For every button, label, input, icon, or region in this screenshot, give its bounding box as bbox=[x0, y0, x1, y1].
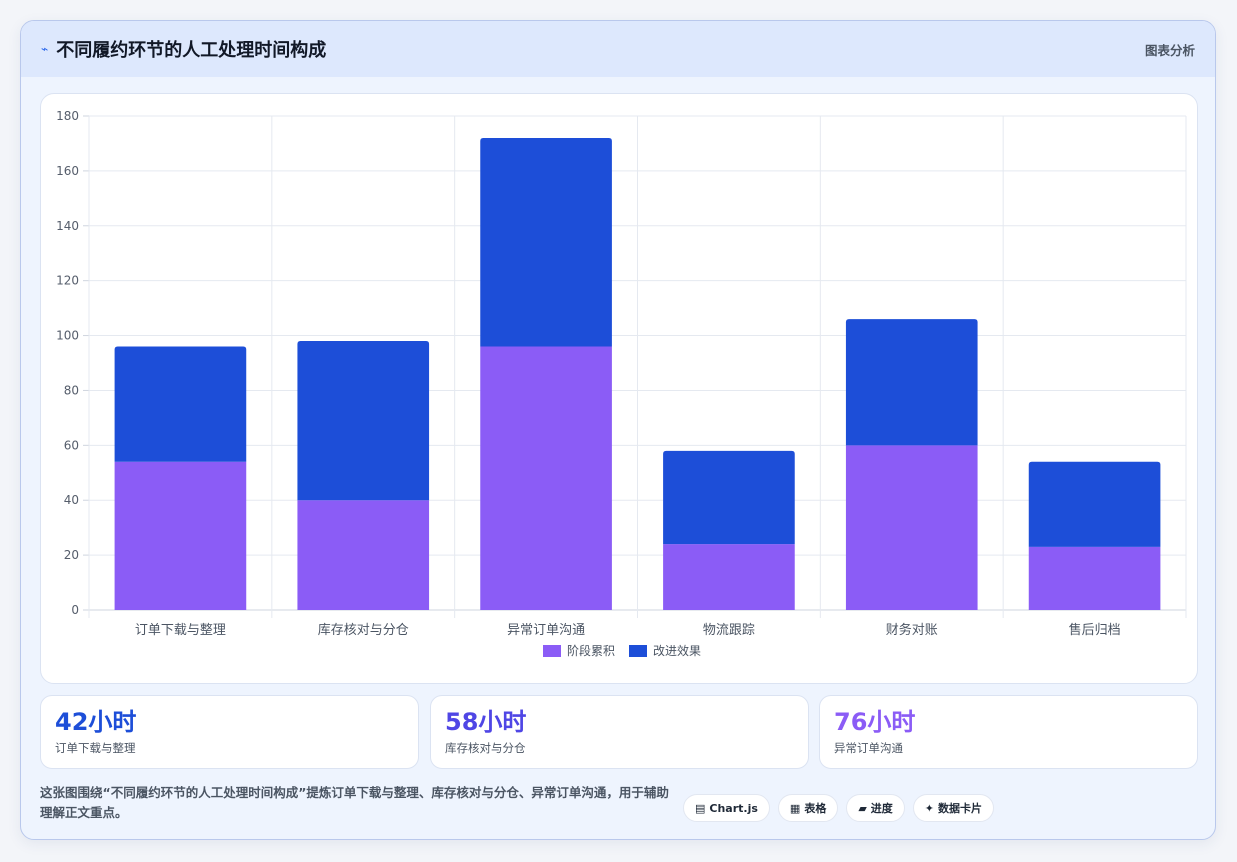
x-tick-label: 财务对账 bbox=[886, 622, 938, 638]
table-icon: ▦ bbox=[789, 801, 801, 815]
legend-swatch bbox=[629, 645, 647, 657]
bar-improve-4 bbox=[663, 450, 795, 545]
stat-label-2: 库存核对与分仓 bbox=[445, 741, 526, 755]
y-tick-label: 80 bbox=[64, 383, 79, 397]
chart-panel: 0 20 40 60 80 100 120 140 160 180 订单下载与整理 库存核对与分仓 异常… bbox=[40, 93, 1198, 684]
y-tick-label: 0 bbox=[71, 603, 79, 617]
legend-label: 阶段累积 bbox=[567, 643, 615, 658]
y-tick-label: 40 bbox=[64, 493, 79, 507]
stat-label-1: 订单下载与整理 bbox=[55, 741, 136, 755]
stat-card-3: 76小时 异常订单沟通 bbox=[819, 695, 1198, 769]
bar-stage-2 bbox=[297, 500, 430, 610]
stat-value-1: 42小时 bbox=[55, 708, 137, 736]
y-tick-label: 120 bbox=[56, 274, 79, 288]
y-tick-label: 160 bbox=[56, 164, 79, 178]
bar-improve-5 bbox=[845, 319, 978, 446]
bar-improve-2 bbox=[297, 341, 430, 501]
y-tick-label: 20 bbox=[64, 548, 79, 562]
chart-icon: ▤ bbox=[695, 801, 706, 815]
bar-improve-6 bbox=[1028, 461, 1161, 547]
bar-stage-3 bbox=[480, 346, 612, 610]
stat-value-2: 58小时 bbox=[445, 708, 527, 736]
chip-label: 表格 bbox=[804, 802, 827, 815]
progress-icon: ▰ bbox=[858, 801, 867, 815]
stacked-bar-chart: 0 20 40 60 80 100 120 140 160 180 订单下载与整理 库存核对与分仓 异常… bbox=[56, 109, 1187, 658]
bar-stage-6 bbox=[1028, 546, 1161, 610]
y-tick-label: 100 bbox=[56, 329, 79, 343]
chip-table[interactable]: ▦ 表格 bbox=[777, 794, 839, 822]
legend-label: 改进效果 bbox=[653, 643, 701, 658]
stat-card-2: 58小时 库存核对与分仓 bbox=[430, 695, 809, 769]
chart-description: 这张图围绕“不同履约环节的人工处理时间构成”提炼订单下载与整理、库存核对与分仓、… bbox=[40, 785, 669, 820]
x-tick-label: 售后归档 bbox=[1069, 622, 1121, 638]
bar-improve-1 bbox=[114, 346, 247, 462]
chip-label: Chart.js bbox=[709, 801, 758, 815]
card-header: ⌁ 不同履约环节的人工处理时间构成 图表分析 bbox=[21, 21, 1215, 77]
x-tick-label: 异常订单沟通 bbox=[507, 623, 585, 638]
stat-value-3: 76小时 bbox=[834, 708, 916, 736]
stat-card-1: 42小时 订单下载与整理 bbox=[40, 695, 419, 769]
chip-progress[interactable]: ▰ 进度 bbox=[846, 794, 905, 822]
bar-improve-3 bbox=[480, 137, 612, 347]
chip-data-card[interactable]: ✦ 数据卡片 bbox=[912, 794, 995, 822]
stat-label-3: 异常订单沟通 bbox=[834, 741, 903, 755]
stat-cards: 42小时 订单下载与整理 58小时 库存核对与分仓 76小时 异常订单沟通 bbox=[40, 695, 1198, 769]
y-tick-label: 180 bbox=[56, 109, 79, 123]
chip-label: 进度 bbox=[870, 802, 893, 815]
bar-stage-5 bbox=[845, 445, 978, 610]
x-tick-label: 订单下载与整理 bbox=[135, 623, 226, 638]
card-icon: ✦ bbox=[924, 801, 935, 815]
bar-stage-4 bbox=[663, 544, 795, 610]
chip-chartjs[interactable]: ▤ Chart.js bbox=[683, 794, 770, 822]
x-tick-label: 物流跟踪 bbox=[703, 623, 755, 638]
bar-stage-1 bbox=[114, 461, 247, 610]
legend-swatch bbox=[543, 645, 561, 657]
card-tag: 图表分析 bbox=[1144, 42, 1195, 58]
y-tick-label: 140 bbox=[56, 219, 79, 233]
feature-chips: ▤ Chart.js ▦ 表格 ▰ 进度 ✦ 数据卡片 bbox=[683, 794, 995, 822]
card-title: 不同履约环节的人工处理时间构成 bbox=[56, 40, 327, 61]
chip-label: 数据卡片 bbox=[938, 802, 983, 815]
chart-card: ⌁ 不同履约环节的人工处理时间构成 图表分析 0 20 40 60 80 100 120 14… bbox=[20, 20, 1216, 840]
x-tick-label: 库存核对与分仓 bbox=[318, 622, 409, 638]
chart-line-icon: ⌁ bbox=[41, 42, 49, 56]
y-tick-label: 60 bbox=[64, 438, 79, 452]
